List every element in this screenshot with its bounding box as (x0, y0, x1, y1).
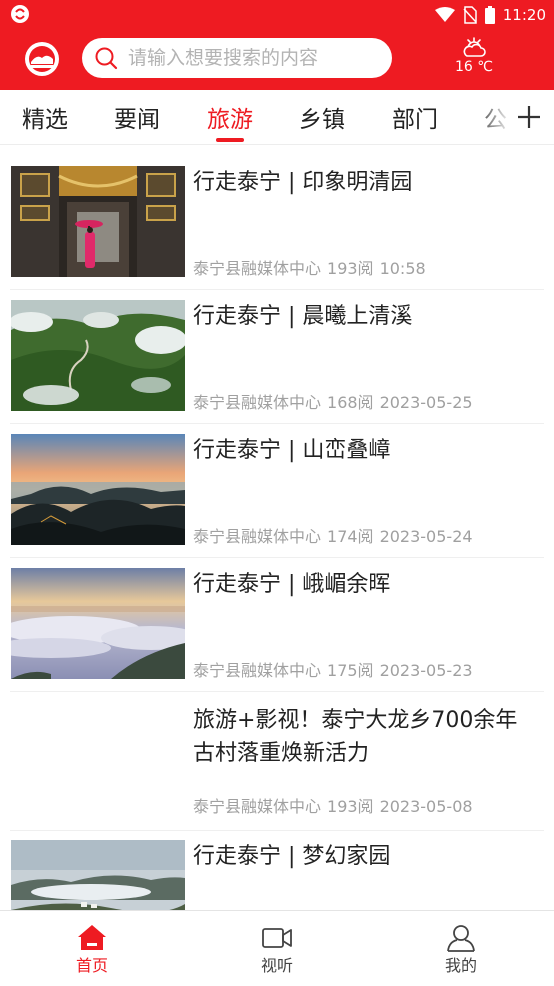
nav-video[interactable]: 视听 (227, 919, 327, 983)
article-views: 175阅 (327, 661, 374, 680)
status-time: 11:20 (502, 6, 546, 24)
article-thumbnail[interactable] (11, 166, 185, 277)
article-time: 2023-05-25 (379, 393, 473, 412)
article-meta: 泰宁县融媒体中心 193阅 2023-05-08 (193, 793, 479, 817)
article-item[interactable]: 旅游+影视！泰宁大龙乡700余年古村落重焕新活力 泰宁县融媒体中心 193阅 202… (0, 682, 554, 831)
weather-widget[interactable]: 16 ℃ (444, 36, 504, 82)
article-time: 2023-05-08 (379, 797, 473, 816)
article-time: 2023-05-24 (379, 527, 473, 546)
battery-icon (484, 6, 495, 24)
app-logo[interactable] (22, 40, 62, 78)
no-sim-icon (463, 6, 477, 24)
article-title[interactable]: 行走泰宁 | 峨嵋余晖 (193, 568, 533, 601)
article-views: 193阅 (327, 797, 374, 816)
channel-tabs: 精选 要闻 旅游 乡镇 部门 公 (0, 90, 554, 145)
article-item[interactable]: 行走泰宁 | 峨嵋余晖 泰宁县融媒体中心 175阅 2023-05-23 (0, 548, 554, 692)
header: 16 ℃ (0, 30, 554, 90)
nav-label-home: 首页 (75, 956, 108, 975)
tab-jingxuan[interactable]: 精选 (22, 100, 68, 134)
article-item[interactable]: 行走泰宁 | 晨曦上清溪 泰宁县融媒体中心 168阅 2023-05-25 (0, 280, 554, 424)
bottom-navigation: 首页 视听 我的 (0, 910, 554, 986)
article-title[interactable]: 行走泰宁 | 梦幻家园 (193, 840, 533, 873)
search-input[interactable] (128, 47, 378, 69)
article-thumbnail[interactable] (11, 840, 185, 910)
article-thumbnail[interactable] (11, 434, 185, 545)
user-icon (447, 925, 475, 952)
article-meta: 泰宁县融媒体中心 175阅 2023-05-23 (193, 657, 479, 681)
article-thumbnail[interactable] (11, 568, 185, 679)
plus-icon[interactable] (514, 102, 544, 132)
article-source: 泰宁县融媒体中心 (193, 393, 322, 412)
article-source: 泰宁县融媒体中心 (193, 661, 322, 680)
wifi-icon (434, 7, 455, 22)
home-icon (78, 925, 106, 950)
article-meta: 泰宁县融媒体中心 174阅 2023-05-24 (193, 523, 479, 547)
article-title[interactable]: 旅游+影视！泰宁大龙乡700余年古村落重焕新活力 (193, 704, 533, 770)
article-views: 193阅 (327, 259, 374, 278)
article-meta: 泰宁县融媒体中心 168阅 2023-05-25 (193, 389, 479, 413)
article-item[interactable]: 行走泰宁 | 印象明清园 泰宁县融媒体中心 193阅 10:58 (0, 146, 554, 290)
active-tab-indicator (216, 138, 244, 142)
article-time: 2023-05-23 (379, 661, 473, 680)
article-views: 168阅 (327, 393, 374, 412)
search-icon (95, 47, 118, 70)
article-source: 泰宁县融媒体中心 (193, 527, 322, 546)
app-notification-icon (11, 5, 29, 23)
article-title[interactable]: 行走泰宁 | 山峦叠嶂 (193, 434, 533, 467)
article-title[interactable]: 行走泰宁 | 印象明清园 (193, 166, 533, 199)
tab-lvyou[interactable]: 旅游 (207, 100, 253, 134)
article-item[interactable]: 行走泰宁 | 梦幻家园 (0, 818, 554, 910)
video-camera-icon (262, 928, 292, 948)
temperature: 16 ℃ (455, 59, 493, 75)
nav-profile[interactable]: 我的 (411, 919, 511, 983)
article-item[interactable]: 行走泰宁 | 山峦叠嶂 泰宁县融媒体中心 174阅 2023-05-24 (0, 414, 554, 558)
tab-yaowen[interactable]: 要闻 (114, 100, 160, 134)
article-views: 174阅 (327, 527, 374, 546)
article-source: 泰宁县融媒体中心 (193, 259, 322, 278)
nav-label-video: 视听 (260, 956, 293, 975)
tab-xiangzhen[interactable]: 乡镇 (299, 100, 345, 134)
article-feed[interactable]: 行走泰宁 | 印象明清园 泰宁县融媒体中心 193阅 10:58 行走泰宁 | 晨曦… (0, 146, 554, 910)
nav-home[interactable]: 首页 (42, 919, 142, 983)
article-meta: 泰宁县融媒体中心 193阅 10:58 (193, 255, 432, 279)
article-thumbnail[interactable] (11, 300, 185, 411)
status-bar: 11:20 (0, 0, 554, 30)
article-source: 泰宁县融媒体中心 (193, 797, 322, 816)
tab-bumen[interactable]: 部门 (392, 100, 438, 134)
tab-fade (472, 90, 512, 144)
search-box[interactable] (82, 38, 392, 78)
nav-label-profile: 我的 (444, 956, 477, 975)
article-time: 10:58 (379, 259, 426, 278)
article-title[interactable]: 行走泰宁 | 晨曦上清溪 (193, 300, 533, 333)
partly-cloudy-icon (463, 37, 486, 57)
